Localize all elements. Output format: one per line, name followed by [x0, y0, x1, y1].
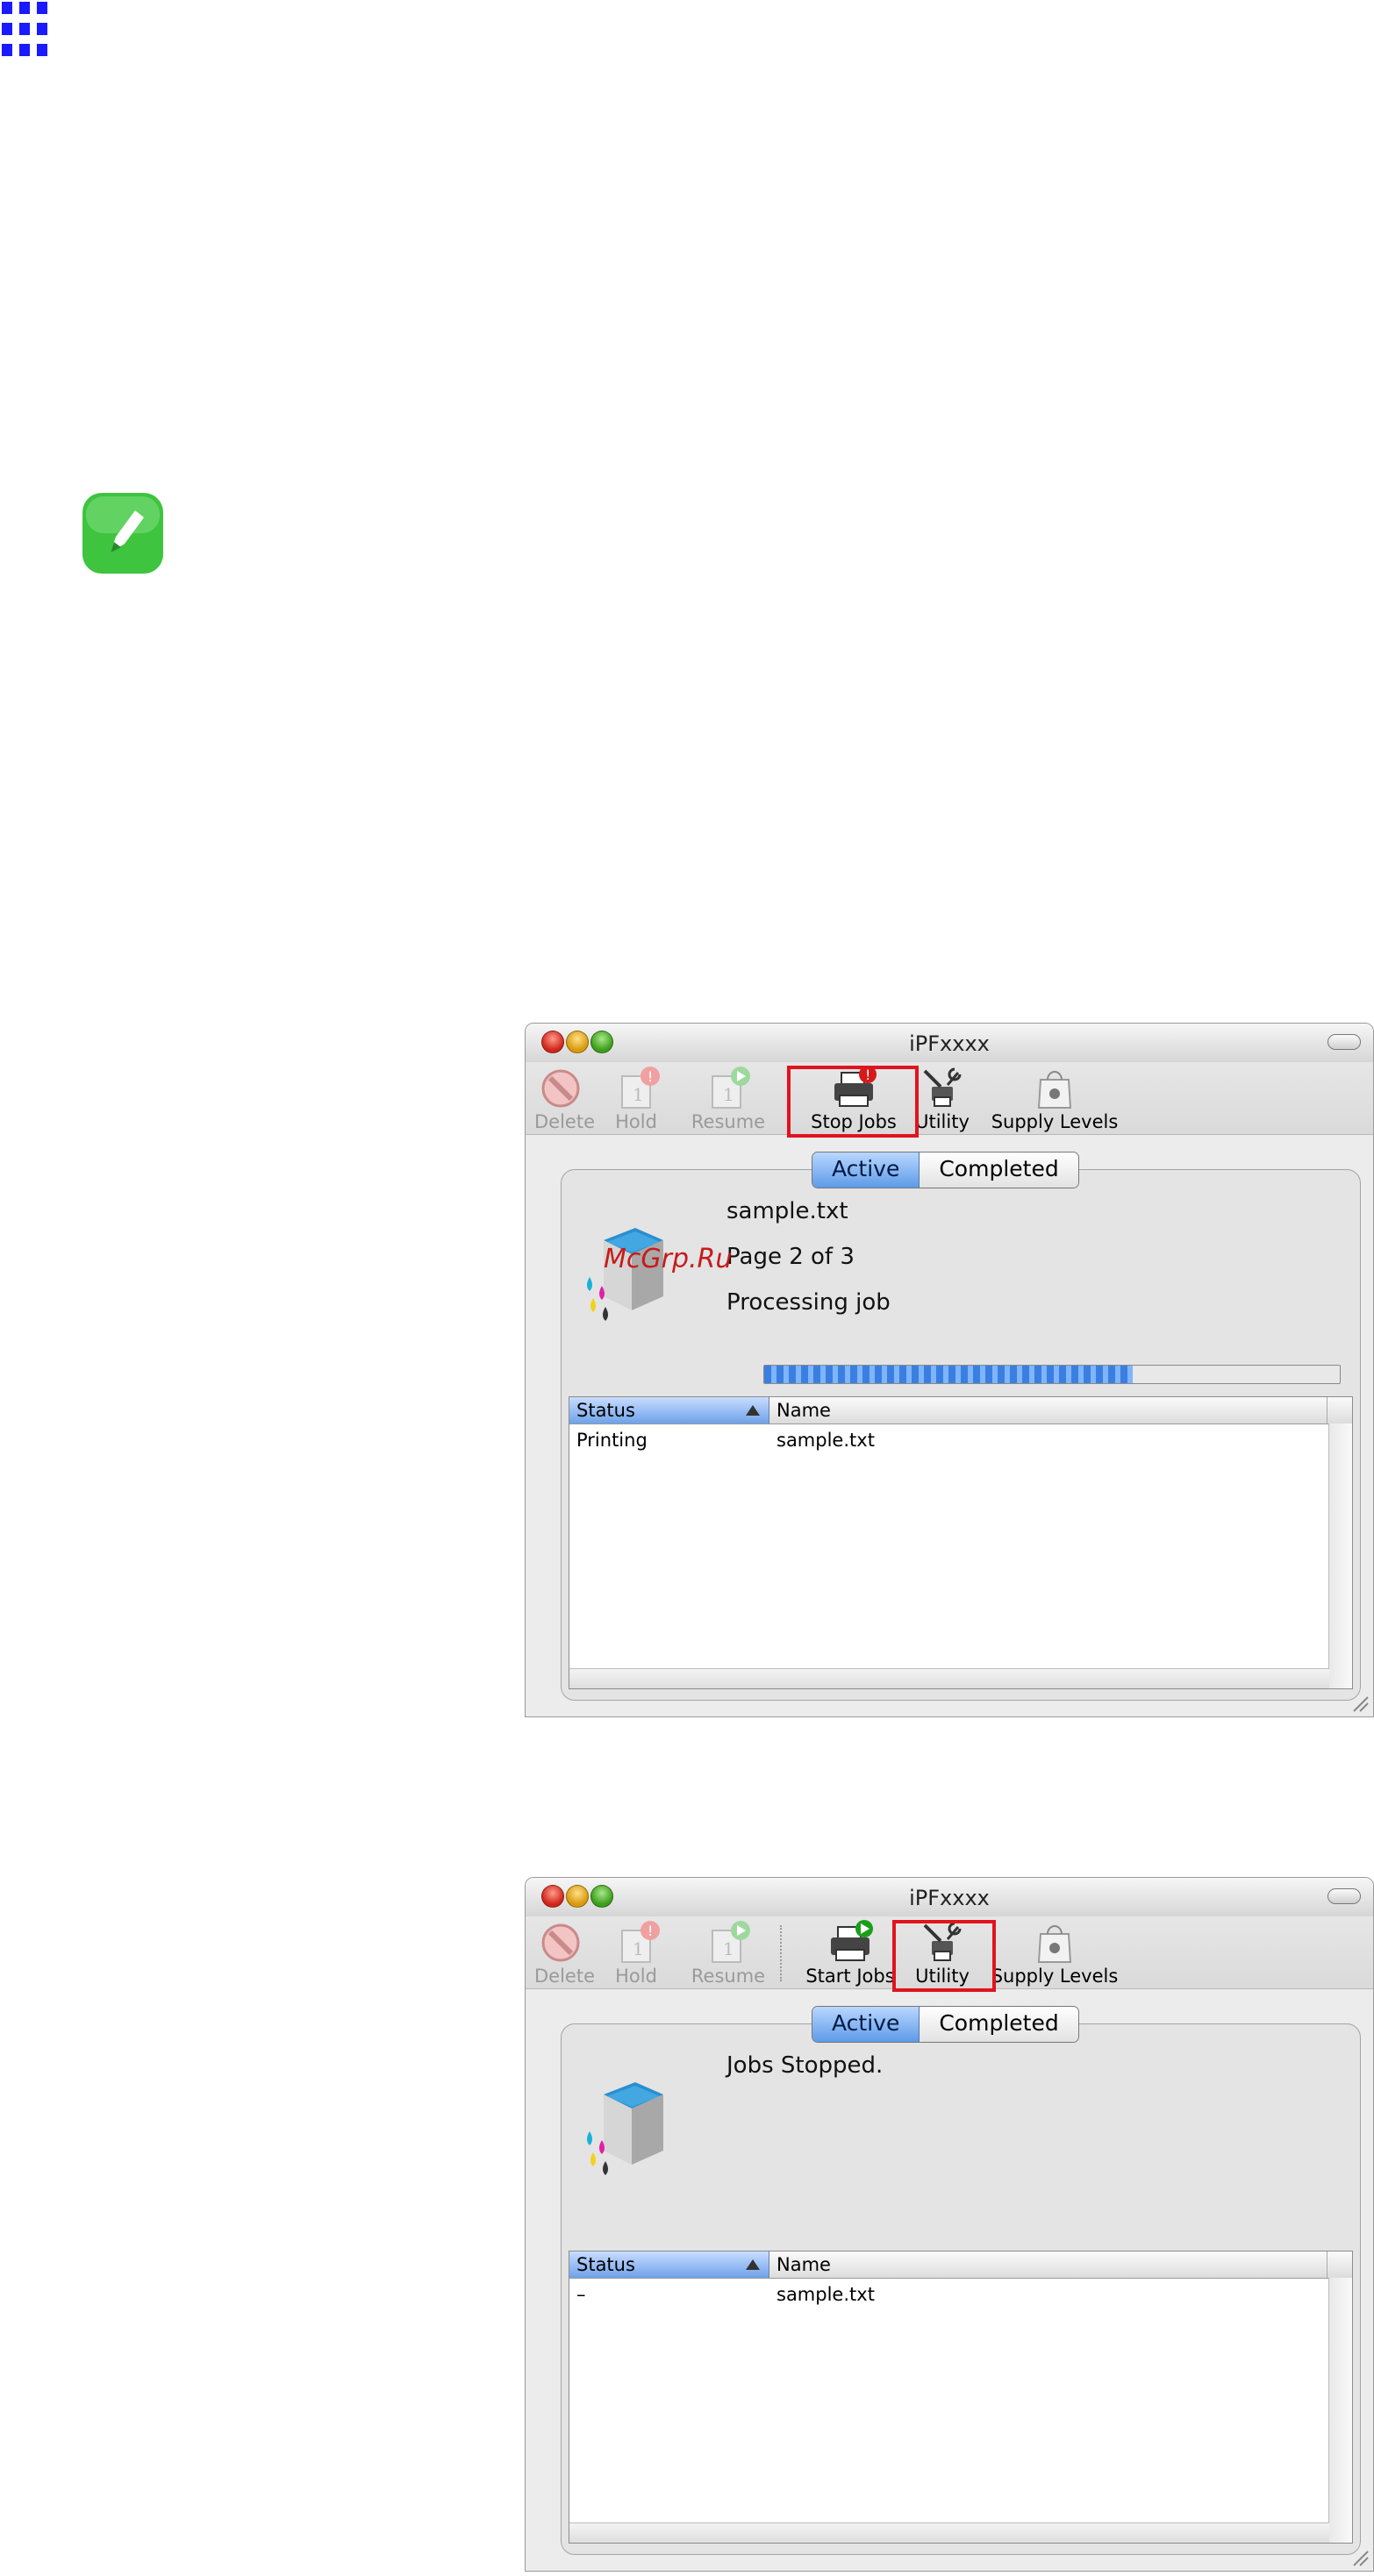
resume-icon: 1: [704, 1066, 753, 1110]
hold-button[interactable]: 1! Hold: [613, 1920, 662, 1987]
stop-jobs-highlight: [787, 1066, 919, 1138]
window-title: iPFxxxx: [909, 1031, 990, 1056]
svg-text:!: !: [648, 1068, 653, 1085]
tab-completed[interactable]: Completed: [920, 2007, 1078, 2042]
job-table: Status Name Printing sample.txt: [569, 1396, 1353, 1689]
resume-icon: 1: [704, 1920, 753, 1964]
svg-text:1: 1: [723, 1938, 734, 1959]
toolbar-separator: [780, 1925, 782, 1981]
vertical-scrollbar[interactable]: [1328, 2278, 1352, 2543]
hold-label: Hold: [615, 1966, 657, 1987]
delete-icon: [536, 1920, 585, 1964]
row-status: Printing: [576, 1430, 648, 1451]
delete-button[interactable]: Delete: [534, 1920, 595, 1987]
table-header: Status Name: [569, 2251, 1352, 2279]
start-jobs-label: Start Jobs: [805, 1966, 895, 1987]
sort-ascending-icon: [746, 2259, 760, 2270]
vertical-scrollbar[interactable]: [1328, 1424, 1352, 1688]
horizontal-scrollbar[interactable]: [569, 2522, 1329, 2543]
job-panel: Jobs Stopped. Status Name – sample.txt: [561, 2023, 1361, 2555]
svg-text:1: 1: [633, 1938, 644, 1959]
svg-text:1: 1: [633, 1084, 644, 1105]
resize-grip-icon[interactable]: [1350, 1694, 1370, 1713]
watermark-text: McGrp.Ru: [604, 1244, 733, 1274]
supply-levels-label: Supply Levels: [991, 1111, 1119, 1132]
delete-label: Delete: [534, 1111, 595, 1132]
grid-menu-icon: [2, 2, 51, 58]
supply-bag-icon: [1030, 1066, 1079, 1110]
job-table: Status Name – sample.txt: [569, 2251, 1353, 2544]
job-progress-bar: [763, 1365, 1341, 1384]
table-row[interactable]: Printing sample.txt: [569, 1427, 1327, 1453]
supply-levels-button[interactable]: Supply Levels: [989, 1066, 1120, 1132]
utility-highlight: [892, 1920, 996, 1992]
toolbar-toggle-button[interactable]: [1327, 1888, 1361, 1904]
start-jobs-button[interactable]: Start Jobs: [805, 1920, 896, 1987]
svg-text:!: !: [648, 1923, 653, 1939]
sort-ascending-icon: [746, 1405, 760, 1416]
note-pencil-icon: [81, 491, 165, 575]
job-status: Processing job: [726, 1289, 891, 1316]
printer-start-icon: [826, 1920, 875, 1964]
supply-levels-label: Supply Levels: [991, 1966, 1119, 1987]
job-filename: sample.txt: [726, 1198, 848, 1224]
supply-bag-icon: [1030, 1920, 1079, 1964]
job-page-count: Page 2 of 3: [726, 1244, 855, 1270]
toolbar: Delete 1! Hold 1 Resume ! Stop Jobs Util…: [526, 1062, 1373, 1135]
name-column-label: Name: [776, 2254, 831, 2275]
row-status: –: [576, 2284, 586, 2305]
print-queue-window-active: iPFxxxx Delete 1! Hold 1 Resume ! Stop J: [525, 1023, 1374, 1717]
resize-grip-icon[interactable]: [1350, 2548, 1370, 2567]
delete-label: Delete: [534, 1966, 595, 1987]
name-column-header[interactable]: Name: [769, 2251, 1327, 2278]
delete-button[interactable]: Delete: [534, 1066, 595, 1132]
queue-tabs: Active Completed: [812, 2006, 1079, 2043]
tab-completed[interactable]: Completed: [920, 1152, 1078, 1188]
hold-icon: 1!: [613, 1920, 662, 1964]
print-queue-window-stopped: iPFxxxx Delete 1! Hold 1 Resume Start Jo…: [525, 1877, 1374, 2572]
utility-icon: [918, 1066, 967, 1110]
title-bar: iPFxxxx: [526, 1878, 1373, 1917]
job-panel: sample.txt Page 2 of 3 Processing job Mc…: [561, 1169, 1361, 1701]
status-column-header[interactable]: Status: [569, 2251, 769, 2278]
title-bar: iPFxxxx: [526, 1024, 1373, 1063]
resume-label: Resume: [691, 1111, 766, 1132]
toolbar-toggle-button[interactable]: [1327, 1034, 1361, 1050]
status-column-label: Status: [576, 2254, 635, 2275]
printer-ink-icon: [583, 2077, 667, 2189]
hold-button[interactable]: 1! Hold: [613, 1066, 662, 1132]
window-title: iPFxxxx: [909, 1886, 990, 1910]
delete-icon: [536, 1066, 585, 1110]
row-name: sample.txt: [776, 2284, 875, 2305]
supply-levels-button[interactable]: Supply Levels: [989, 1920, 1120, 1987]
name-column-label: Name: [776, 1400, 831, 1421]
name-column-header[interactable]: Name: [769, 1397, 1327, 1424]
resume-label: Resume: [691, 1966, 766, 1987]
printer-ink-icon: [583, 1223, 667, 1335]
job-status: Jobs Stopped.: [726, 2052, 884, 2079]
svg-text:1: 1: [723, 1084, 734, 1105]
row-name: sample.txt: [776, 1430, 875, 1451]
table-row[interactable]: – sample.txt: [569, 2281, 1327, 2308]
horizontal-scrollbar[interactable]: [569, 1668, 1329, 1688]
resume-button[interactable]: 1 Resume: [689, 1066, 768, 1132]
hold-label: Hold: [615, 1111, 657, 1132]
resume-button[interactable]: 1 Resume: [689, 1920, 768, 1987]
status-column-label: Status: [576, 1400, 635, 1421]
status-column-header[interactable]: Status: [569, 1397, 769, 1424]
table-header: Status Name: [569, 1397, 1352, 1424]
utility-label: Utility: [915, 1111, 970, 1132]
queue-tabs: Active Completed: [812, 1152, 1079, 1188]
tab-active[interactable]: Active: [812, 2007, 920, 2042]
utility-button[interactable]: Utility: [913, 1066, 971, 1132]
progress-fill: [764, 1366, 1133, 1383]
tab-active[interactable]: Active: [812, 1152, 920, 1188]
hold-icon: 1!: [613, 1066, 662, 1110]
